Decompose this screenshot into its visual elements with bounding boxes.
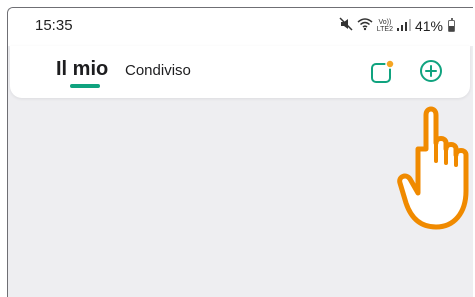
tab-mine[interactable]: Il mio xyxy=(56,58,108,81)
tab-shared[interactable]: Condiviso xyxy=(125,62,191,79)
add-button[interactable] xyxy=(418,58,444,84)
battery-percent: 41% xyxy=(414,17,443,34)
notification-button[interactable] xyxy=(370,59,396,85)
status-icons: Vo)) LTE2 41% xyxy=(339,17,455,34)
add-circle-icon xyxy=(420,60,442,82)
status-time: 15:35 xyxy=(35,17,73,34)
pointing-hand-icon xyxy=(397,106,469,230)
mute-icon xyxy=(339,17,353,34)
app-header: Il mio Condiviso xyxy=(10,46,470,98)
notification-square-icon xyxy=(371,59,395,83)
signal-icon xyxy=(396,18,411,34)
tab-selected-indicator xyxy=(70,84,100,88)
volte-icon: Vo)) LTE2 xyxy=(376,18,393,33)
wifi-icon xyxy=(357,17,373,34)
battery-fill xyxy=(449,26,454,31)
battery-icon xyxy=(448,17,455,32)
status-bar: 15:35 Vo)) LTE2 41% xyxy=(8,8,473,46)
